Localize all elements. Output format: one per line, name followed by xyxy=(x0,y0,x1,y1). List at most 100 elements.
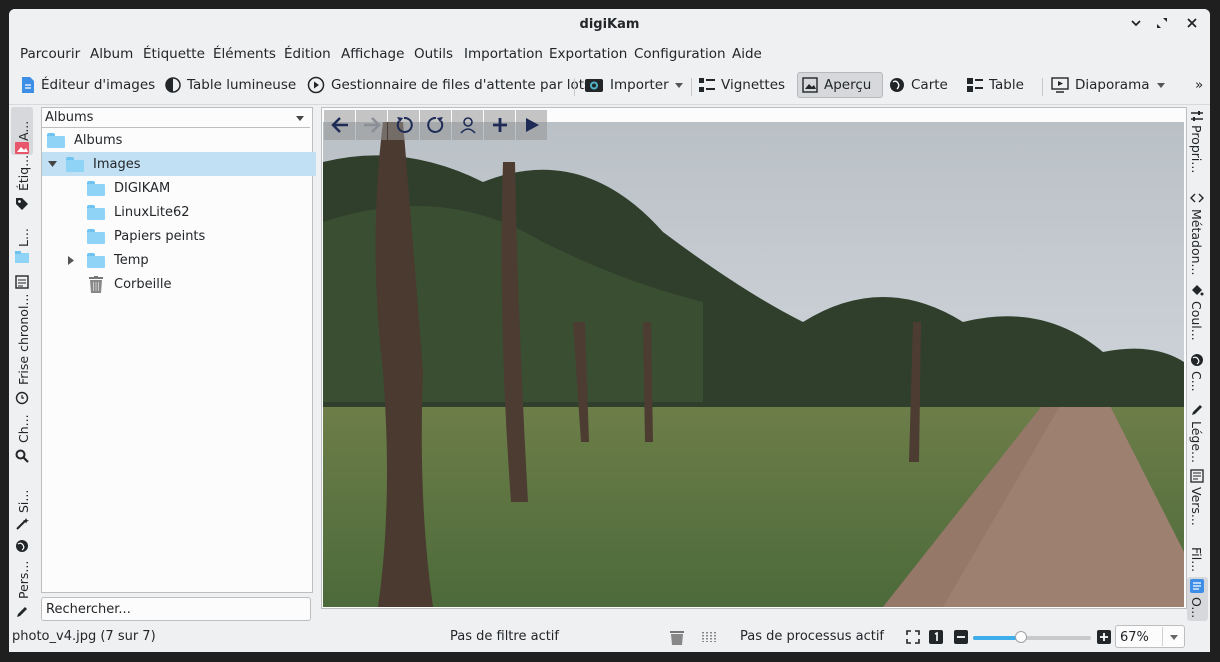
tree-item-digikam[interactable]: DIGIKAM xyxy=(42,176,355,200)
fit-to-window-icon[interactable] xyxy=(906,630,920,644)
main-toolbar: Éditeur d'images Table lumineuse Gestion… xyxy=(9,68,1210,105)
tab-l[interactable]: L... xyxy=(11,221,33,269)
trash-icon xyxy=(89,275,103,293)
tab-albums[interactable]: A... xyxy=(11,107,33,155)
tree-item-label: Corbeille xyxy=(114,276,172,292)
tree-item-label: Albums xyxy=(74,132,123,148)
tree-item-albums[interactable]: Albums xyxy=(42,128,315,152)
tab-filters[interactable]: Fil... xyxy=(1185,537,1210,577)
image-icon xyxy=(802,77,818,93)
tab-versions[interactable]: Vers... xyxy=(1185,469,1210,533)
menu-exportation[interactable]: Exportation xyxy=(549,46,627,62)
tree-item-papiers-peints[interactable]: Papiers peints xyxy=(42,224,355,248)
tab-colors-label: Coul... xyxy=(1189,301,1204,341)
thumbnails-icon xyxy=(699,78,715,92)
folder-icon xyxy=(15,251,29,263)
menu-outils[interactable]: Outils xyxy=(414,46,453,62)
folder-icon xyxy=(87,229,105,244)
tree-item-temp[interactable]: Temp xyxy=(42,248,336,272)
queue-manager-button[interactable]: Gestionnaire de files d'attente par lots xyxy=(303,72,595,98)
close-icon[interactable] xyxy=(1182,15,1202,35)
tab-timeline[interactable]: Frise chronol... xyxy=(11,275,33,387)
window-title: digiKam xyxy=(579,17,640,32)
folder-icon xyxy=(87,253,105,268)
folder-icon xyxy=(87,205,105,220)
tab-similar[interactable]: Si... xyxy=(11,481,33,533)
play-icon[interactable] xyxy=(516,110,547,140)
tab-labels[interactable]: Étiq... xyxy=(11,155,33,221)
folder-icon xyxy=(47,133,65,148)
title-bar: digiKam xyxy=(9,9,1210,41)
slideshow-button[interactable]: Diaporama xyxy=(1047,72,1154,98)
map-button[interactable]: Carte xyxy=(885,72,952,98)
tab-people[interactable]: Pers... xyxy=(11,537,33,629)
status-filter-label[interactable]: Pas de filtre actif xyxy=(450,629,559,644)
thumbnails-button[interactable]: Vignettes xyxy=(695,72,789,98)
tree-item-corbeille[interactable]: Corbeille xyxy=(42,272,357,296)
back-arrow-icon[interactable] xyxy=(324,110,355,140)
tab-c[interactable]: C... xyxy=(1185,351,1210,401)
tab-caption[interactable]: Lége... xyxy=(1185,403,1210,463)
tree-item-label: Papiers peints xyxy=(114,228,206,244)
albums-combo[interactable]: Albums xyxy=(42,108,310,128)
import-dropdown-arrow[interactable] xyxy=(671,72,687,98)
pencil-icon xyxy=(17,607,27,617)
image-editor-button[interactable]: Éditeur d'images xyxy=(17,72,159,98)
tab-o[interactable]: O... xyxy=(1187,577,1208,621)
minimize-icon[interactable] xyxy=(1126,15,1146,35)
add-icon[interactable] xyxy=(484,110,515,140)
code-icon xyxy=(1190,193,1204,203)
light-table-button[interactable]: Table lumineuse xyxy=(161,72,300,98)
slideshow-icon xyxy=(1051,77,1069,93)
chevron-down-icon xyxy=(1157,82,1165,88)
zoom-out-icon[interactable] xyxy=(954,630,968,644)
albums-panel: Albums Albums Images DIGIKAM LinuxLite62… xyxy=(41,107,316,593)
image-preview xyxy=(321,107,1187,609)
chevron-down-icon xyxy=(296,116,304,121)
tab-properties[interactable]: Propri... xyxy=(1185,105,1210,189)
zoom-in-icon[interactable] xyxy=(1097,630,1111,644)
search-input[interactable]: Rechercher... xyxy=(41,597,311,621)
slideshow-dropdown-arrow[interactable] xyxy=(1153,72,1169,98)
maximize-icon[interactable] xyxy=(1152,15,1172,35)
right-sidebar-tabs: Propri... Métadon... Coul... C... Lége..… xyxy=(1185,105,1210,625)
zoom-combo[interactable]: 67% xyxy=(1115,625,1185,648)
zoom-slider-handle[interactable] xyxy=(1015,631,1027,643)
tree-item-images[interactable]: Images xyxy=(42,152,316,176)
menu-etiquette[interactable]: Étiquette xyxy=(143,46,205,62)
status-bar: photo_v4.jpg (7 sur 7) Pas de filtre act… xyxy=(9,625,1210,652)
menu-parcourir[interactable]: Parcourir xyxy=(20,46,80,62)
notes-icon xyxy=(1190,579,1204,593)
grip-icon[interactable] xyxy=(702,631,716,643)
import-button[interactable]: Importer xyxy=(580,72,673,98)
toolbar-separator xyxy=(1042,78,1043,96)
menu-affichage[interactable]: Affichage xyxy=(341,46,404,62)
person-icon[interactable] xyxy=(452,110,483,140)
menu-configuration[interactable]: Configuration xyxy=(634,46,726,62)
menu-album[interactable]: Album xyxy=(90,46,133,62)
zoom-value: 67% xyxy=(1120,630,1149,645)
rotate-right-icon[interactable] xyxy=(420,110,451,140)
menu-edition[interactable]: Édition xyxy=(284,46,331,62)
magic-wand-icon xyxy=(16,518,29,530)
tree-item-linuxlite62[interactable]: LinuxLite62 xyxy=(42,200,355,224)
menu-aide[interactable]: Aide xyxy=(732,46,762,62)
forward-arrow-icon[interactable] xyxy=(356,110,387,140)
tab-labels-label: Étiq... xyxy=(16,154,31,191)
zoom-slider[interactable] xyxy=(973,631,1091,644)
tab-metadata[interactable]: Métadon... xyxy=(1185,189,1210,279)
table-button[interactable]: Table xyxy=(963,72,1028,98)
menu-importation[interactable]: Importation xyxy=(464,46,543,62)
tab-search[interactable]: Ch... xyxy=(11,391,33,477)
tab-colors[interactable]: Coul... xyxy=(1185,281,1210,351)
actual-size-icon[interactable] xyxy=(929,630,943,644)
tab-versions-label: Vers... xyxy=(1189,487,1204,526)
preview-button[interactable]: Aperçu xyxy=(797,72,883,98)
rotate-left-icon[interactable] xyxy=(388,110,419,140)
toolbar-separator xyxy=(691,78,692,96)
menu-elements[interactable]: Éléments xyxy=(213,46,276,62)
app-window: digiKam Parcourir Album Étiquette Élémen… xyxy=(9,9,1210,652)
trash-icon[interactable] xyxy=(670,630,684,645)
toolbar-overflow-button[interactable]: » xyxy=(1191,72,1207,98)
image-editor-label: Éditeur d'images xyxy=(41,77,156,93)
